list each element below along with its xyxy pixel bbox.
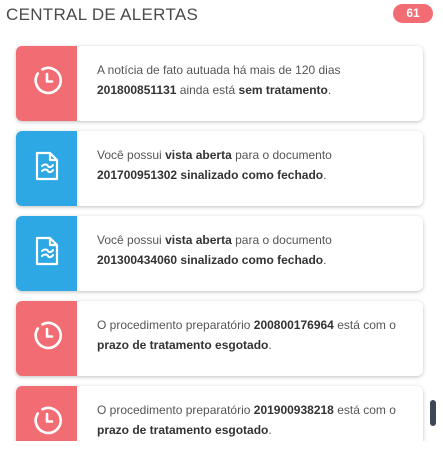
document-icon	[34, 151, 60, 186]
alert-status: vista aberta	[165, 148, 232, 162]
alert-text-segment: Você possui	[97, 233, 162, 247]
clock-icon	[31, 405, 63, 441]
alert-icon-box	[16, 131, 77, 206]
process-number: 200800176964	[253, 318, 334, 332]
alert-card[interactable]: A notícia de fato autuada há mais de 120…	[16, 46, 423, 121]
alert-text-segment: está com o	[337, 403, 396, 417]
alert-text-segment: A notícia de fato autuada há mais de 120…	[97, 63, 341, 77]
alert-card[interactable]: Você possui vista aberta para o document…	[16, 216, 423, 291]
alert-count-badge: 61	[393, 4, 433, 23]
alert-text-segment: .	[327, 83, 332, 97]
clock-icon	[31, 320, 63, 357]
alert-text-segment: .	[268, 423, 272, 437]
document-icon	[34, 236, 60, 271]
alert-status: prazo de tratamento esgotado	[97, 423, 269, 437]
alert-text-segment: .	[268, 338, 272, 352]
document-number: 201300434060 sinalizado como fechado	[97, 253, 324, 267]
alert-icon-box	[16, 46, 77, 121]
alert-text-segment: ainda está	[179, 83, 236, 97]
alert-status: prazo de tratamento esgotado	[97, 338, 269, 352]
alert-message: Você possui vista aberta para o document…	[97, 145, 405, 185]
alert-text-segment: para o documento	[235, 233, 332, 247]
document-number: 201700951302 sinalizado como fechado	[97, 168, 324, 182]
alert-center-header: CENTRAL DE ALERTAS 61	[0, 0, 443, 34]
alert-status: sem tratamento	[238, 83, 328, 97]
alert-icon-box	[16, 301, 77, 376]
alert-text-segment: .	[323, 168, 327, 182]
alert-text-segment: O procedimento preparatório	[97, 318, 251, 332]
alert-card[interactable]: O procedimento preparatório 201900938218…	[16, 386, 423, 441]
alert-list[interactable]: A notícia de fato autuada há mais de 120…	[0, 34, 443, 441]
alert-text-segment: Você possui	[97, 148, 162, 162]
alert-icon-box	[16, 216, 77, 291]
page-title: CENTRAL DE ALERTAS	[6, 5, 199, 24]
alert-text-segment: .	[323, 253, 327, 267]
alert-card[interactable]: Você possui vista aberta para o document…	[16, 131, 423, 206]
alert-text-segment: para o documento	[235, 148, 332, 162]
alert-message: O procedimento preparatório 200800176964…	[97, 315, 405, 355]
alert-status: vista aberta	[165, 233, 232, 247]
alert-message: O procedimento preparatório 201900938218…	[97, 400, 405, 440]
alert-text-segment: está com o	[337, 318, 396, 332]
process-number: 201800851131	[97, 83, 177, 97]
alert-card[interactable]: O procedimento preparatório 200800176964…	[16, 301, 423, 376]
alert-icon-box	[16, 386, 77, 441]
alert-message: Você possui vista aberta para o document…	[97, 230, 405, 270]
process-number: 201900938218	[253, 403, 334, 417]
alert-message: A notícia de fato autuada há mais de 120…	[97, 60, 405, 100]
clock-icon	[31, 65, 63, 102]
scrollbar-thumb[interactable]	[430, 400, 436, 426]
alert-text-segment: O procedimento preparatório	[97, 403, 251, 417]
